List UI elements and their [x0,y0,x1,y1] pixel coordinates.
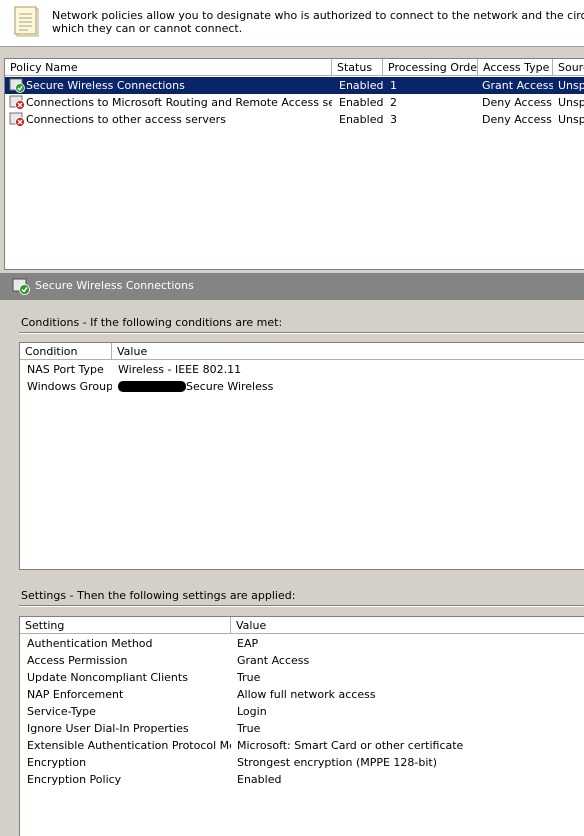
policy-name: Connections to other access servers [26,113,226,126]
setting-name: Service-Type [27,705,96,718]
policy-name: Connections to Microsoft Routing and Rem… [26,96,332,109]
policy-row[interactable]: Connections to other access servers Enab… [5,111,584,128]
setting-name: NAP Enforcement [27,688,124,701]
policy-grant-icon [12,278,30,295]
info-banner: Network policies allow you to designate … [0,0,584,47]
setting-row[interactable]: Update Noncompliant Clients True [20,669,584,686]
column-header-status[interactable]: Status [332,59,383,76]
settings-list[interactable]: Setting Value Authentication Method EAP … [19,616,584,836]
settings-label: Settings - Then the following settings a… [21,589,296,602]
setting-row[interactable]: Extensible Authentication Protocol Metho… [20,737,584,754]
detail-header: Secure Wireless Connections [0,273,584,300]
setting-name: Update Noncompliant Clients [27,671,188,684]
conditions-list[interactable]: Condition Value NAS Port Type Wireless -… [19,342,584,570]
policy-order: 2 [390,96,397,109]
setting-row[interactable]: Encryption Policy Enabled [20,771,584,788]
policy-status: Enabled [339,113,383,126]
policy-grant-icon [9,78,25,93]
column-header-source[interactable]: Sourc [553,59,584,76]
policy-row[interactable]: Secure Wireless Connections Enabled 1 Gr… [5,77,584,94]
redacted-group-name [118,381,186,392]
column-header-value[interactable]: Value [231,617,584,634]
column-header-policy-name[interactable]: Policy Name [5,59,332,76]
setting-row[interactable]: Service-Type Login [20,703,584,720]
policy-source: Unsp [558,113,584,126]
setting-row[interactable]: Encryption Strongest encryption (MPPE 12… [20,754,584,771]
column-header-setting[interactable]: Setting [20,617,231,634]
policy-access-type: Grant Access [482,79,553,92]
setting-value: True [237,671,261,684]
setting-row[interactable]: Ignore User Dial-In Properties True [20,720,584,737]
setting-name: Extensible Authentication Protocol Metho… [27,739,231,752]
column-header-condition[interactable]: Condition [20,343,112,360]
policy-source: Unsp [558,96,584,109]
condition-row[interactable]: Windows Groups Secure Wireless [20,378,584,395]
setting-value: Grant Access [237,654,310,667]
policy-order: 1 [390,79,397,92]
setting-value: EAP [237,637,259,650]
conditions-label: Conditions - If the following conditions… [21,316,283,329]
setting-name: Encryption Policy [27,773,122,786]
setting-row[interactable]: Authentication Method EAP [20,635,584,652]
setting-row[interactable]: Access Permission Grant Access [20,652,584,669]
column-header-access-type[interactable]: Access Type [478,59,553,76]
condition-value-container: Secure Wireless [118,378,578,395]
column-header-processing-order[interactable]: Processing Order [383,59,478,76]
policy-status: Enabled [339,96,383,109]
policy-name: Secure Wireless Connections [26,79,185,92]
detail-title: Secure Wireless Connections [35,279,194,292]
setting-value: Enabled [237,773,282,786]
settings-divider [19,605,584,607]
policy-deny-icon [9,95,25,110]
policy-source: Unsp [558,79,584,92]
column-header-value[interactable]: Value [112,343,584,360]
setting-name: Ignore User Dial-In Properties [27,722,189,735]
setting-row[interactable]: NAP Enforcement Allow full network acces… [20,686,584,703]
setting-value: Strongest encryption (MPPE 128-bit) [237,756,438,769]
setting-name: Authentication Method [27,637,153,650]
notepad-icon [14,6,39,37]
setting-name: Access Permission [27,654,128,667]
condition-value: Secure Wireless [186,380,274,393]
policy-order: 3 [390,113,397,126]
policy-row[interactable]: Connections to Microsoft Routing and Rem… [5,94,584,111]
condition-name: Windows Groups [27,380,112,393]
policy-status: Enabled [339,79,383,92]
condition-row[interactable]: NAS Port Type Wireless - IEEE 802.11 [20,361,584,378]
policy-access-type: Deny Access [482,113,552,126]
setting-value: True [237,722,261,735]
setting-value: Login [237,705,267,718]
info-text: Network policies allow you to designate … [52,9,584,35]
setting-name: Encryption [27,756,87,769]
policy-list[interactable]: Policy Name Status Processing Order Acce… [4,58,584,270]
setting-value: Allow full network access [237,688,376,701]
policy-access-type: Deny Access [482,96,552,109]
condition-value: Wireless - IEEE 802.11 [118,363,242,376]
setting-value: Microsoft: Smart Card or other certifica… [237,739,464,752]
condition-name: NAS Port Type [27,363,104,376]
conditions-divider [19,332,584,334]
policy-deny-icon [9,112,25,127]
